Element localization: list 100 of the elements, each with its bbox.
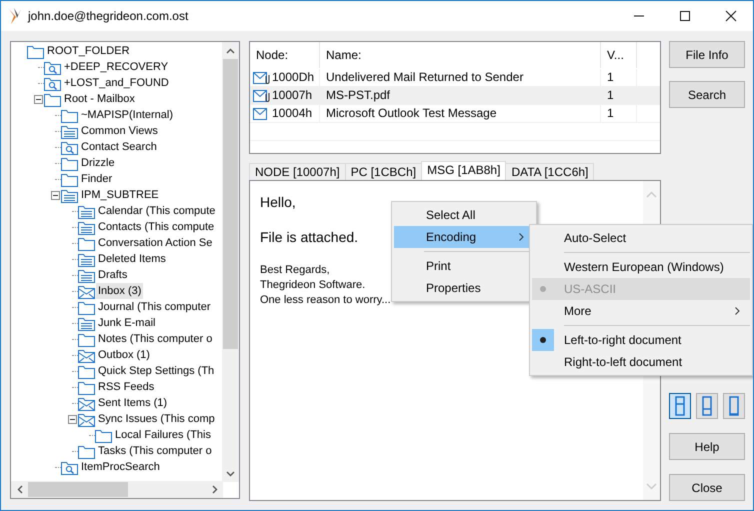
- layout-pane-icon: [702, 396, 712, 416]
- search-folder-icon: [61, 140, 78, 154]
- folder-name[interactable]: Local Failures (This: [113, 427, 213, 443]
- column-header[interactable]: V...: [601, 42, 637, 68]
- collapse-icon[interactable]: [34, 94, 42, 104]
- action-button[interactable]: Search: [669, 81, 745, 108]
- vertical-scrollbar[interactable]: [222, 42, 239, 482]
- folder-icon: [44, 92, 61, 106]
- mail-folder-icon: [78, 396, 95, 410]
- folder-icon: [61, 172, 78, 186]
- tab[interactable]: PC [1CBCh]: [344, 163, 422, 180]
- message-value: 1: [601, 105, 637, 122]
- folder-name[interactable]: Deleted Items: [96, 251, 168, 267]
- list-folder-icon: [78, 204, 95, 218]
- node-id: 10004h: [272, 105, 312, 122]
- folder-icon: [78, 332, 95, 346]
- signature-line: Thegrideon Software.: [260, 278, 366, 293]
- folder-name[interactable]: +DEEP_RECOVERY: [62, 59, 170, 75]
- maximize-icon[interactable]: [679, 10, 691, 22]
- folder-name[interactable]: +LOST_and_FOUND: [62, 75, 171, 91]
- list-folder-icon: [61, 124, 78, 138]
- folder-name[interactable]: Quick Step Settings (Th: [96, 363, 216, 379]
- folder-name[interactable]: Finder: [79, 171, 114, 187]
- collapse-icon[interactable]: [50, 190, 60, 200]
- folder-icon: [61, 108, 78, 122]
- layout-pane-icon: [729, 396, 739, 416]
- signature-line: Best Regards,: [260, 263, 330, 278]
- folder-name[interactable]: Junk E-mail: [96, 315, 158, 331]
- folder-name[interactable]: IPM_SUBTREE: [79, 187, 161, 203]
- list-folder-icon: [61, 188, 78, 202]
- message-row[interactable]: 10007h MS-PST.pdf 1: [250, 87, 660, 105]
- folder-name[interactable]: Sent Items (1): [96, 395, 170, 411]
- signature-line: One less reason to worry...: [260, 293, 391, 308]
- menu-item[interactable]: Select All: [394, 204, 534, 226]
- folder-name[interactable]: ROOT_FOLDER: [45, 43, 132, 59]
- menu-item[interactable]: Western European (Windows): [532, 249, 750, 278]
- folder-name[interactable]: ~MAPISP(Internal): [79, 107, 176, 123]
- message-greeting: Hello,: [260, 193, 296, 211]
- list-folder-icon: [78, 316, 95, 330]
- folder-name[interactable]: Root - Mailbox: [62, 91, 137, 107]
- node-id: 1000Dh: [272, 69, 314, 86]
- message-name: MS-PST.pdf: [320, 87, 601, 104]
- collapse-icon[interactable]: [68, 414, 76, 424]
- tab[interactable]: DATA [1CC6h]: [505, 163, 594, 180]
- menu-item[interactable]: More: [532, 300, 750, 322]
- folder-name[interactable]: Notes (This computer o: [96, 331, 214, 347]
- app-logo-icon: [8, 7, 22, 25]
- folder-name[interactable]: Sync Issues (This comp: [96, 411, 217, 427]
- tab[interactable]: MSG [1AB8h]: [421, 161, 506, 180]
- search-folder-icon: [44, 76, 61, 90]
- tab[interactable]: NODE [10007h]: [249, 163, 346, 180]
- envelope-attachment-icon: [253, 90, 270, 102]
- action-button[interactable]: Help: [669, 433, 745, 460]
- folder-name[interactable]: Drizzle: [79, 155, 117, 171]
- message-row[interactable]: 10004h Microsoft Outlook Test Message 1: [250, 105, 660, 123]
- radio-bullet-icon: [540, 337, 546, 343]
- action-button[interactable]: Close: [669, 474, 745, 501]
- layout-middle-button[interactable]: [696, 393, 718, 419]
- message-name: Microsoft Outlook Test Message: [320, 105, 601, 122]
- folder-icon: [78, 444, 95, 458]
- mail-folder-icon: [78, 284, 95, 298]
- envelope-icon: [253, 108, 270, 120]
- folder-name[interactable]: ItemProcSearch: [79, 459, 162, 475]
- menu-item[interactable]: Right-to-left document: [532, 351, 750, 373]
- window-title: john.doe@thegrideon.com.ost: [28, 9, 188, 23]
- search-folder-icon: [44, 60, 61, 74]
- folder-name[interactable]: Calendar (This compute: [96, 203, 218, 219]
- radio-bullet-icon: [540, 286, 546, 292]
- folder-name[interactable]: Outbox (1): [96, 347, 152, 363]
- message-body: File is attached.: [260, 228, 358, 246]
- folder-icon: [78, 364, 95, 378]
- folder-name[interactable]: Drafts: [96, 267, 130, 283]
- node-id: 10007h: [272, 87, 312, 104]
- close-icon[interactable]: [725, 10, 737, 22]
- layout-pane-icon: [675, 396, 685, 416]
- layout-top-button[interactable]: [669, 393, 691, 419]
- scrollbar-thumb[interactable]: [28, 482, 128, 497]
- folder-icon: [78, 300, 95, 314]
- scrollbar-thumb[interactable]: [223, 59, 238, 349]
- folder-name[interactable]: Contact Search: [79, 139, 159, 155]
- message-name: Undelivered Mail Returned to Sender: [320, 69, 601, 86]
- folder-name[interactable]: RSS Feeds: [96, 379, 156, 395]
- column-header[interactable]: Node:: [250, 42, 320, 68]
- column-header[interactable]: Name:: [320, 42, 601, 68]
- horizontal-scrollbar[interactable]: [11, 481, 223, 498]
- folder-name[interactable]: Tasks (This computer o: [96, 443, 214, 459]
- menu-item[interactable]: Auto-Select: [532, 227, 750, 249]
- folder-name[interactable]: Journal (This computer: [96, 299, 212, 315]
- message-value: 1: [601, 69, 637, 86]
- envelope-attachment-icon: [253, 72, 270, 84]
- list-folder-icon: [78, 220, 95, 234]
- menu-item[interactable]: Left-to-right document: [532, 322, 750, 351]
- folder-name[interactable]: Common Views: [79, 123, 160, 139]
- folder-name[interactable]: Inbox (3): [96, 283, 144, 299]
- message-value: 1: [601, 87, 637, 104]
- action-button[interactable]: File Info: [669, 41, 745, 68]
- search-folder-icon: [61, 460, 78, 474]
- folder-name[interactable]: Conversation Action Se: [96, 235, 214, 251]
- folder-name[interactable]: Contacts (This compute: [96, 219, 216, 235]
- layout-bottom-button[interactable]: [723, 393, 745, 419]
